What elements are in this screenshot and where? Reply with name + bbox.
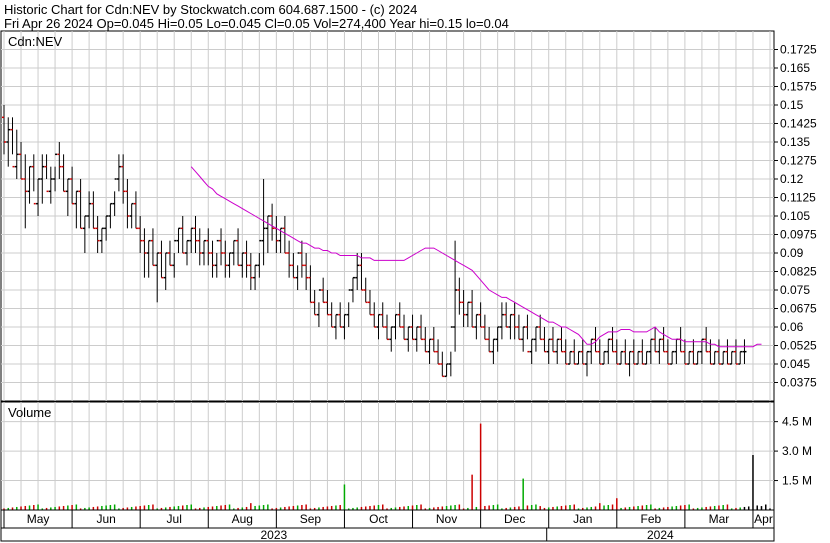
x-axis-year-label: 2024 xyxy=(647,528,674,542)
price-tick-label: 0.12 xyxy=(780,172,804,186)
price-tick-label: 0.1125 xyxy=(780,191,816,205)
price-tick-label: 0.0375 xyxy=(780,376,817,390)
stock-chart: Historic Chart for Cdn:NEV by Stockwatch… xyxy=(0,2,817,542)
price-tick-label: 0.06 xyxy=(780,320,804,334)
price-tick-label: 0.0525 xyxy=(780,339,817,353)
price-tick-label: 0.045 xyxy=(780,357,810,371)
chart-header-line1: Historic Chart for Cdn:NEV by Stockwatch… xyxy=(4,2,417,17)
x-axis-month-label: Sep xyxy=(300,512,322,526)
price-gridlines xyxy=(1,31,774,401)
x-axis-month-label: Dec xyxy=(504,512,525,526)
volume-axis-ticks: 1.5 M 3.0 M 4.5 M xyxy=(774,415,812,488)
x-axis-month-label: Jun xyxy=(96,512,115,526)
price-tick-label: 0.09 xyxy=(780,246,804,260)
price-axis-ticks: 0.1725 0.165 0.1575 0.15 0.1425 0.135 0.1275 0.… xyxy=(774,43,817,390)
price-tick-label: 0.0975 xyxy=(780,228,817,242)
price-tick-label: 0.1425 xyxy=(780,117,817,131)
volume-tick-label: 4.5 M xyxy=(782,415,812,429)
price-tick-label: 0.165 xyxy=(780,61,810,75)
x-axis-month-label: Mar xyxy=(709,512,730,526)
price-panel-title: Cdn:NEV xyxy=(8,34,63,49)
volume-panel-title: Volume xyxy=(8,405,51,420)
price-tick-label: 0.1275 xyxy=(780,154,817,168)
price-tick-label: 0.15 xyxy=(780,98,804,112)
x-axis-month-label: Apr xyxy=(754,512,773,526)
volume-tick-label: 3.0 M xyxy=(782,444,812,458)
x-axis-month-label: Jul xyxy=(167,512,182,526)
chart-header-line2: Fri Apr 26 2024 Op=0.045 Hi=0.05 Lo=0.04… xyxy=(4,16,509,31)
x-axis-month-label: Nov xyxy=(436,512,457,526)
price-tick-label: 0.1575 xyxy=(780,80,817,94)
price-tick-label: 0.0825 xyxy=(780,265,817,279)
x-axis-month-label: May xyxy=(27,512,50,526)
price-tick-label: 0.0675 xyxy=(780,302,817,316)
x-axis-month-label: Aug xyxy=(232,512,253,526)
price-tick-label: 0.135 xyxy=(780,135,810,149)
x-axis-year-label: 2023 xyxy=(261,528,288,542)
price-tick-label: 0.105 xyxy=(780,209,810,223)
price-tick-label: 0.1725 xyxy=(780,43,817,57)
volume-tick-label: 1.5 M xyxy=(782,474,812,488)
x-axis-month-label: Jan xyxy=(573,512,592,526)
x-axis-month-label: Oct xyxy=(369,512,388,526)
price-tick-label: 0.075 xyxy=(780,283,810,297)
x-axis-month-label: Feb xyxy=(641,512,662,526)
volume-panel xyxy=(0,401,775,511)
